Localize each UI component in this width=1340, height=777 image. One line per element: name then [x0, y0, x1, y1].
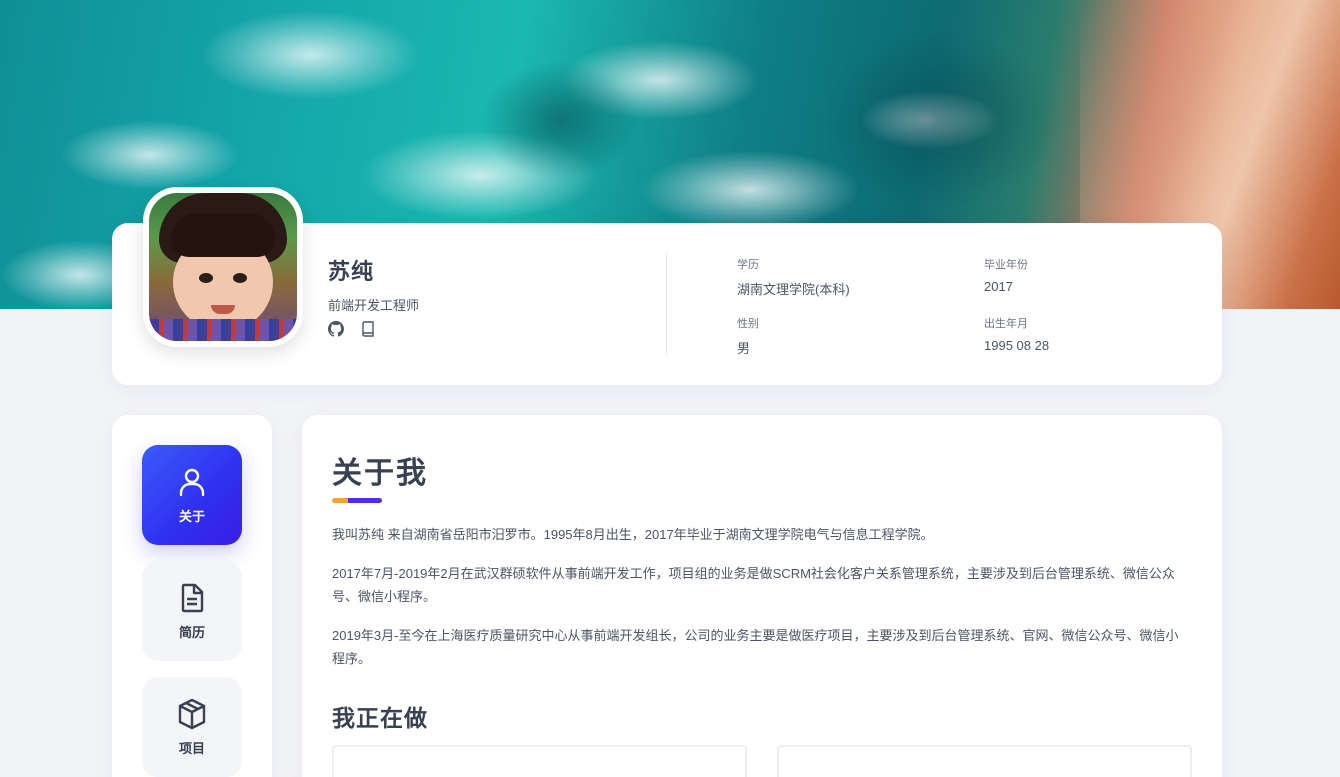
- nav-label-about: 关于: [178, 508, 205, 524]
- info-education-label: 学历: [737, 259, 759, 271]
- user-icon: [179, 468, 205, 496]
- info-birth: 出生年月 1995 08 28: [984, 315, 1049, 353]
- profile-divider: [666, 253, 667, 355]
- doing-card[interactable]: [777, 745, 1192, 777]
- nav-item-resume[interactable]: 简历: [142, 561, 242, 661]
- doing-card[interactable]: [332, 745, 747, 777]
- info-gender-label: 性别: [737, 318, 759, 330]
- info-graduation-label: 毕业年份: [984, 259, 1028, 271]
- avatar: [143, 187, 303, 347]
- book-icon[interactable]: [360, 321, 376, 337]
- nav-item-about[interactable]: 关于: [142, 445, 242, 545]
- about-paragraph: 2019年3月-至今在上海医疗质量研究中心从事前端开发组长，公司的业务主要是做医…: [332, 628, 1179, 666]
- info-education-value: 湖南文理学院(本科): [737, 282, 850, 297]
- nav-label-resume: 简历: [178, 624, 205, 640]
- section-title-about: 关于我: [332, 457, 428, 490]
- info-birth-label: 出生年月: [984, 318, 1028, 330]
- about-paragraph: 我叫苏纯 来自湖南省岳阳市汨罗市。1995年8月出生，2017年毕业于湖南文理学…: [332, 527, 934, 542]
- about-paragraph: 2017年7月-2019年2月在武汉群硕软件从事前端开发工作，项目组的业务是做S…: [332, 566, 1175, 604]
- info-birth-value: 1995 08 28: [984, 338, 1050, 353]
- social-links: [328, 321, 376, 337]
- github-icon[interactable]: [328, 321, 344, 337]
- section-title-doing: 我正在做: [332, 705, 428, 731]
- info-gender: 性别 男: [737, 315, 759, 357]
- info-graduation: 毕业年份 2017: [984, 256, 1028, 294]
- info-gender-value: 男: [737, 341, 751, 356]
- document-icon: [181, 583, 204, 612]
- box-icon: [178, 698, 206, 729]
- profile-name-block: 苏纯 前端开发工程师: [328, 254, 419, 314]
- info-graduation-value: 2017: [984, 279, 1013, 294]
- nav-item-projects[interactable]: 项目: [142, 677, 242, 777]
- title-underline: [332, 498, 382, 503]
- info-education: 学历 湖南文理学院(本科): [737, 256, 850, 298]
- nav-label-projects: 项目: [178, 740, 205, 756]
- profile-name: 苏纯: [328, 259, 375, 284]
- profile-job-title: 前端开发工程师: [328, 298, 420, 313]
